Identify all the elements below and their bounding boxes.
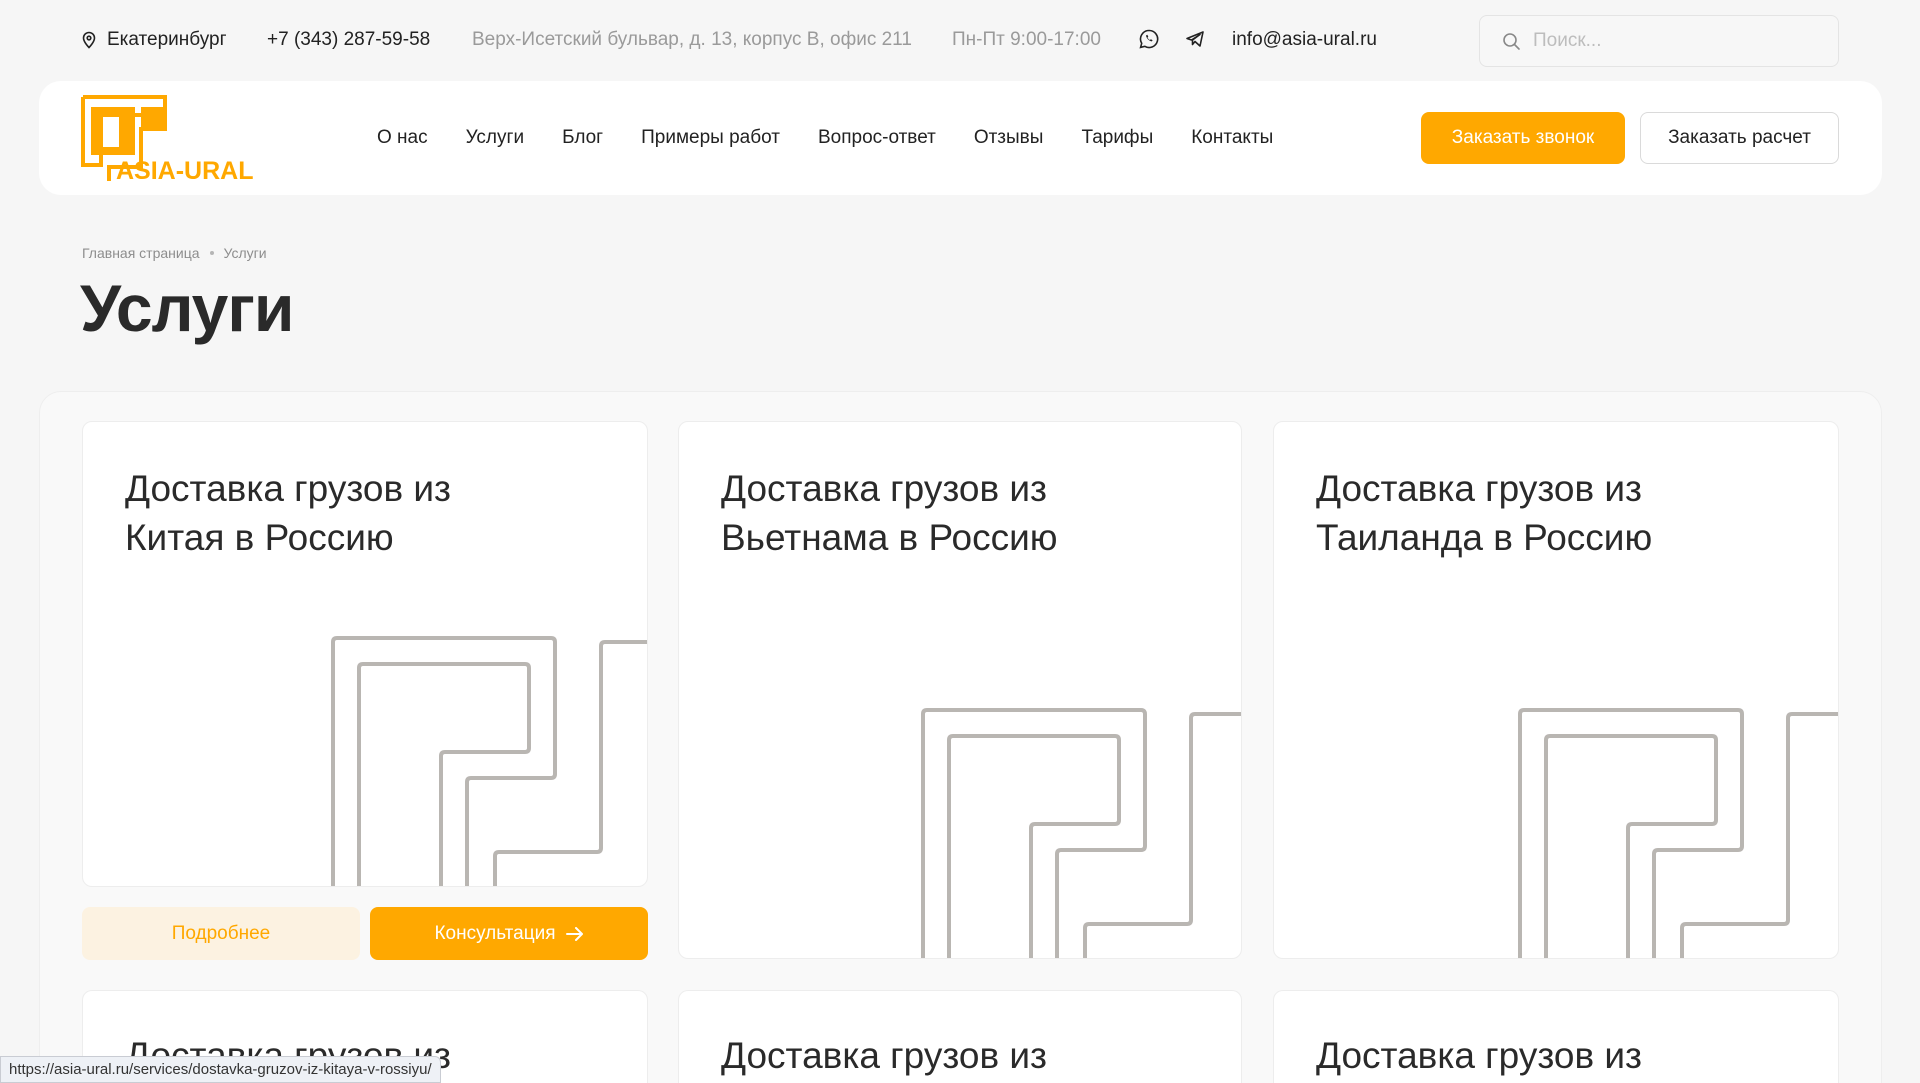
nav-item-portfolio[interactable]: Примеры работ [641, 125, 780, 151]
route-pattern-graphic [331, 636, 647, 886]
route-pattern-graphic [921, 708, 1241, 958]
consultation-label: Консультация [434, 922, 556, 944]
whatsapp-icon[interactable] [1138, 28, 1160, 50]
service-card-title: Доставка грузов из [721, 1035, 1048, 1076]
breadcrumb-separator [209, 251, 214, 255]
search-box[interactable] [1479, 15, 1839, 67]
nav-item-contacts[interactable]: Контакты [1191, 125, 1273, 151]
logo-text: ASIA-URAL [116, 157, 254, 181]
company-logo[interactable]: ASIA-URAL [81, 95, 281, 181]
location-pin-icon [82, 31, 96, 49]
service-card-thailand[interactable]: Доставка грузов из Таиланда в Россию [1273, 421, 1839, 959]
working-hours: Пн-Пт 9:00-17:00 [952, 29, 1101, 50]
service-card-title: Доставка грузов из Таиланда в Россию [1316, 468, 1653, 558]
service-card-vietnam[interactable]: Доставка грузов из Вьетнама в Россию [678, 421, 1242, 959]
nav-item-about[interactable]: О нас [377, 125, 428, 151]
order-call-button[interactable]: Заказать звонок [1421, 112, 1625, 164]
email-link[interactable]: info@asia-ural.ru [1232, 28, 1377, 52]
more-details-button[interactable]: Подробнее [82, 907, 360, 960]
nav-item-reviews[interactable]: Отзывы [974, 125, 1044, 151]
main-nav: О нас Услуги Блог Примеры работ Вопрос-о… [377, 125, 1311, 151]
service-card[interactable]: Доставка грузов из [1273, 990, 1839, 1083]
service-card-title: Доставка грузов из Вьетнама в Россию [721, 468, 1058, 558]
main-header: ASIA-URAL О нас Услуги Блог Примеры рабо… [39, 81, 1882, 195]
order-calculation-button[interactable]: Заказать расчет [1640, 112, 1839, 164]
city-label: Екатеринбург [107, 29, 227, 50]
telegram-icon[interactable] [1184, 28, 1206, 50]
route-pattern-graphic [1518, 708, 1838, 958]
phone-link[interactable]: +7 (343) 287-59-58 [267, 28, 430, 52]
breadcrumb-home-link[interactable]: Главная страница [82, 245, 200, 261]
city-selector[interactable]: Екатеринбург [81, 28, 227, 52]
service-card-title: Доставка грузов из [1316, 1035, 1643, 1076]
breadcrumb-current: Услуги [223, 245, 267, 261]
service-card-china[interactable]: Доставка грузов из Китая в Россию [82, 421, 648, 887]
nav-item-blog[interactable]: Блог [562, 125, 603, 151]
search-input[interactable] [1533, 30, 1823, 52]
breadcrumb: Главная страница Услуги [82, 245, 267, 261]
nav-item-services[interactable]: Услуги [466, 125, 524, 151]
consultation-button[interactable]: Консультация [370, 907, 648, 960]
search-icon [1503, 32, 1520, 50]
nav-item-tariffs[interactable]: Тарифы [1081, 125, 1153, 151]
nav-item-faq[interactable]: Вопрос-ответ [818, 125, 936, 151]
page-title: Услуги [80, 271, 294, 345]
service-card-title: Доставка грузов из Китая в Россию [125, 468, 452, 558]
office-address: Верх-Исетский бульвар, д. 13, корпус В, … [472, 29, 912, 50]
arrow-right-icon [565, 926, 583, 941]
service-card[interactable]: Доставка грузов из [678, 990, 1242, 1083]
link-status-bar: https://asia-ural.ru/services/dostavka-g… [0, 1056, 441, 1083]
top-info-bar: Екатеринбург +7 (343) 287-59-58 Верх-Исе… [0, 0, 1920, 80]
